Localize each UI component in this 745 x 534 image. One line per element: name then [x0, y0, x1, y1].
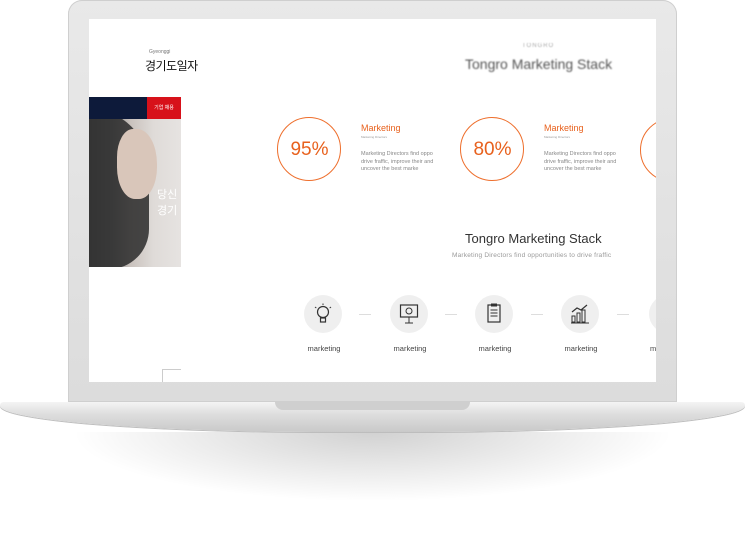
- feature-label: marketing: [564, 344, 598, 353]
- stat-card: 80% Marketing Marketing Directors Market…: [460, 117, 656, 187]
- stat-title: Marketing: [361, 123, 401, 133]
- document-icon: [475, 295, 513, 333]
- hero-line-1: 당신: [157, 189, 178, 201]
- feature-label: marketing: [393, 344, 427, 353]
- presentation-icon: [390, 295, 428, 333]
- feature-label-partial: m: [650, 344, 656, 353]
- stat-description: Marketing Directors find oppo drive fraf…: [361, 151, 434, 172]
- stat-subtitle: Marketing Directors: [544, 135, 571, 139]
- feature-item[interactable]: marketing: [465, 295, 525, 365]
- hero-line-2: 경기: [157, 205, 178, 217]
- stat-value: 80%: [473, 139, 512, 160]
- feature-item[interactable]: marketing: [380, 295, 440, 365]
- stat-description: Marketing Directors find oppo drive fraf…: [544, 151, 617, 172]
- lightbulb-icon: [304, 295, 342, 333]
- section-title: Tongro Marketing Stack: [465, 231, 602, 246]
- laptop-screen: Gyeonggi 경기도일자 기업 채용 당신 경기 TONGRO Tongro…: [89, 19, 656, 382]
- logo-subtext: Gyeonggi: [149, 49, 171, 55]
- hero-text: 당신 경기: [157, 187, 177, 219]
- hero-face-shape: [117, 129, 157, 199]
- laptop-shadow: [70, 432, 675, 502]
- corner-mark: [162, 369, 181, 382]
- feature-label: marketing: [307, 344, 341, 353]
- feature-label: marketing: [478, 344, 512, 353]
- stat-card: 95% Marketing Marketing Directors Market…: [277, 117, 477, 187]
- site-mobile-panel: Gyeonggi 경기도일자 기업 채용 당신 경기: [89, 19, 198, 382]
- growth-chart-icon: [561, 295, 599, 333]
- hero-image: 당신 경기: [89, 119, 181, 267]
- divider-dash: [359, 314, 371, 315]
- stat-subtitle: Marketing Directors: [361, 135, 388, 139]
- divider-dash: [617, 314, 629, 315]
- site-logo[interactable]: 경기도일자: [145, 57, 198, 74]
- stat-title: Marketing: [544, 123, 584, 133]
- section-title-top: Tongro Marketing Stack: [465, 56, 613, 72]
- stat-value: 95%: [290, 139, 329, 160]
- laptop-notch: [275, 402, 470, 410]
- divider-dash: [531, 314, 543, 315]
- section-subtitle: Marketing Directors find opportunities t…: [452, 252, 612, 259]
- feature-item[interactable]: marketing: [294, 295, 354, 365]
- divider-dash: [445, 314, 457, 315]
- nav-button-recruit[interactable]: 기업 채용: [147, 97, 181, 119]
- feature-icon-partial: [649, 295, 656, 333]
- section-eyebrow: TONGRO: [522, 43, 555, 49]
- feature-item[interactable]: marketing: [551, 295, 611, 365]
